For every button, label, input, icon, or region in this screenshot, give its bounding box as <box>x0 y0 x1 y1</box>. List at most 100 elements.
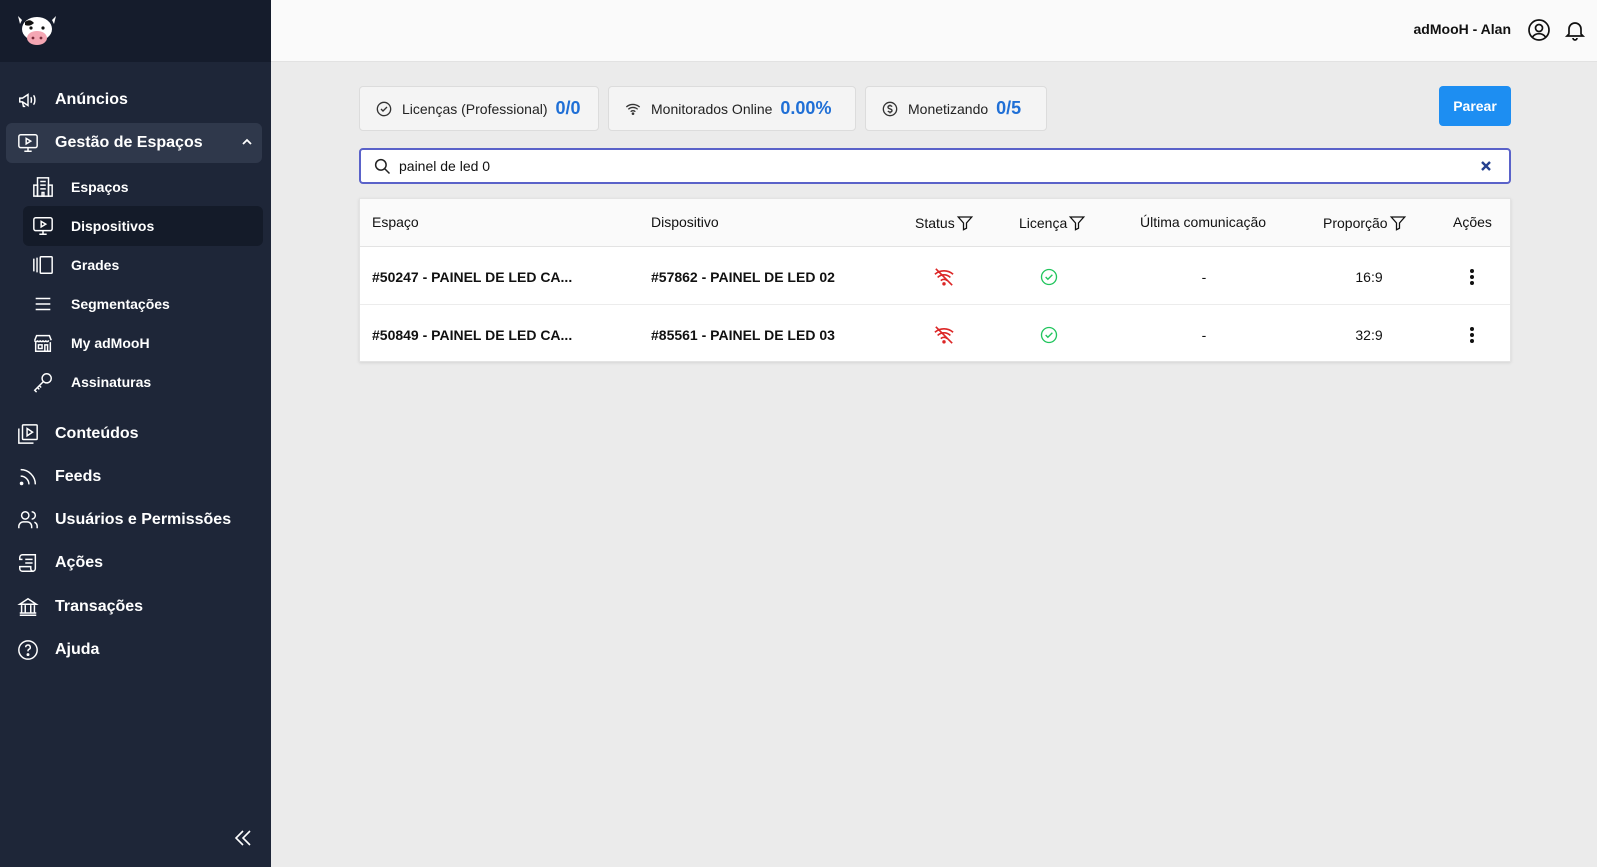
sidebar-item-label: Feeds <box>55 468 102 485</box>
dollar-circle-icon <box>882 101 898 117</box>
sidebar-subitem-grades[interactable]: Grades <box>23 245 263 285</box>
user-circle-icon[interactable] <box>1527 18 1551 42</box>
parear-button[interactable]: Parear <box>1439 86 1511 126</box>
wifi-icon <box>625 101 641 117</box>
media-library-icon <box>16 422 40 446</box>
search-icon <box>374 158 391 175</box>
sidebar-item-feeds[interactable]: Feeds <box>6 457 262 497</box>
more-vertical-icon[interactable] <box>1469 268 1475 286</box>
stat-label: Monitorados Online <box>651 100 773 117</box>
sidebar-item-label: Conteúdos <box>55 425 139 442</box>
search-bar <box>359 148 1511 184</box>
check-circle-icon <box>376 101 392 117</box>
sidebar-subitem-label: Dispositivos <box>71 218 155 234</box>
stat-licencas: Licenças (Professional) 0/0 <box>359 86 599 131</box>
cell-licenca <box>1037 306 1061 363</box>
check-circle-icon <box>1040 268 1058 285</box>
columns-icon <box>31 253 55 277</box>
sidebar-item-ajuda[interactable]: Ajuda <box>6 630 262 670</box>
column-label: Dispositivo <box>651 214 719 230</box>
devices-table: Espaço Dispositivo Status Licença Última… <box>359 198 1511 362</box>
cell-espaco[interactable]: #50849 - PAINEL DE LED CA... <box>372 306 572 363</box>
sidebar-item-label: Gestão de Espaços <box>55 134 203 151</box>
cell-proporcao: 16:9 <box>1355 268 1383 285</box>
bell-icon[interactable] <box>1563 18 1587 42</box>
filter-icon[interactable] <box>1068 214 1086 232</box>
cell-proporcao: 32:9 <box>1355 326 1383 343</box>
cell-dispositivo[interactable]: #85561 - PAINEL DE LED 03 <box>651 306 835 363</box>
check-circle-icon <box>1040 326 1058 343</box>
bank-icon <box>16 595 40 619</box>
sidebar-item-label: Transações <box>55 598 144 615</box>
monitor-play-icon <box>31 214 55 238</box>
sidebar-subitem-label: Espaços <box>71 179 129 195</box>
sidebar-subitem-assinaturas[interactable]: Assinaturas <box>23 362 263 402</box>
row-actions[interactable] <box>1460 248 1484 305</box>
top-bar: adMooH - Alan <box>271 0 1597 62</box>
sidebar-item-label: Ajuda <box>55 641 100 658</box>
sidebar-subitem-label: Segmentações <box>71 296 170 312</box>
sidebar-subitem-label: My adMooH <box>71 335 150 351</box>
sidebar-subitem-dispositivos[interactable]: Dispositivos <box>23 206 263 246</box>
logo-area <box>0 0 271 62</box>
column-header-proporcao: Proporção <box>1323 214 1407 232</box>
monitor-play-icon <box>16 131 40 155</box>
sidebar-item-label: Ações <box>55 554 104 571</box>
key-icon <box>31 370 55 394</box>
sidebar-item-label: Anúncios <box>55 91 128 108</box>
sidebar: Anúncios Gestão de Espaços Espaços Dispo… <box>0 0 271 867</box>
column-label: Espaço <box>372 214 419 230</box>
table-row[interactable]: #50247 - PAINEL DE LED CA... #57862 - PA… <box>360 248 1510 305</box>
wifi-off-icon <box>934 325 954 344</box>
cell-status <box>932 306 956 363</box>
table-row[interactable]: #50849 - PAINEL DE LED CA... #85561 - PA… <box>360 306 1510 363</box>
sidebar-subitem-segmentacoes[interactable]: Segmentações <box>23 284 263 324</box>
column-header-licenca: Licença <box>1019 214 1086 232</box>
user-name[interactable]: adMooH - Alan <box>1414 21 1511 37</box>
help-circle-icon <box>16 638 40 662</box>
row-actions[interactable] <box>1460 306 1484 363</box>
column-label: Proporção <box>1323 215 1388 231</box>
collapse-sidebar-icon[interactable] <box>231 826 255 850</box>
sidebar-item-gestao-de-espacos[interactable]: Gestão de Espaços <box>6 123 262 163</box>
stat-monetizando: Monetizando 0/5 <box>865 86 1047 131</box>
cow-logo[interactable] <box>16 14 58 48</box>
clear-search-icon[interactable] <box>1479 159 1493 173</box>
wifi-off-icon <box>934 267 954 286</box>
megaphone-icon <box>16 88 40 112</box>
stat-monitorados: Monitorados Online 0.00% <box>608 86 856 131</box>
chevron-up-icon[interactable] <box>240 135 254 149</box>
column-header-ultima-comunicacao: Última comunicação <box>1140 214 1266 230</box>
column-header-status: Status <box>915 214 974 232</box>
stat-label: Monetizando <box>908 100 989 117</box>
column-label: Ações <box>1453 214 1492 230</box>
rss-icon <box>16 465 40 489</box>
more-vertical-icon[interactable] <box>1469 326 1475 344</box>
cell-licenca <box>1037 248 1061 305</box>
search-input[interactable] <box>399 156 1459 176</box>
stat-value: 0/5 <box>996 98 1022 118</box>
cell-ultima-comunicacao: - <box>1201 268 1207 285</box>
sidebar-subitem-espacos[interactable]: Espaços <box>23 167 263 207</box>
filter-icon[interactable] <box>1389 214 1407 232</box>
sidebar-item-label: Usuários e Permissões <box>55 511 232 528</box>
table-header: Espaço Dispositivo Status Licença Última… <box>360 199 1510 247</box>
scroll-icon <box>16 551 40 575</box>
stat-label: Licenças (Professional) <box>402 100 548 117</box>
cell-espaco[interactable]: #50247 - PAINEL DE LED CA... <box>372 248 572 305</box>
stat-value: 0.00% <box>780 98 832 118</box>
sidebar-item-usuarios[interactable]: Usuários e Permissões <box>6 500 262 540</box>
sidebar-subitem-my-admooh[interactable]: My adMooH <box>23 323 263 363</box>
users-icon <box>16 508 40 532</box>
sidebar-subitem-label: Assinaturas <box>71 374 152 390</box>
filter-icon[interactable] <box>956 214 974 232</box>
building-icon <box>31 175 55 199</box>
cell-dispositivo[interactable]: #57862 - PAINEL DE LED 02 <box>651 248 835 305</box>
sidebar-item-acoes[interactable]: Ações <box>6 543 262 583</box>
column-label: Última comunicação <box>1140 214 1267 230</box>
sidebar-item-anuncios[interactable]: Anúncios <box>6 80 262 120</box>
sidebar-item-conteudos[interactable]: Conteúdos <box>6 414 262 454</box>
column-header-espaco: Espaço <box>372 214 419 230</box>
sidebar-item-transacoes[interactable]: Transações <box>6 587 262 627</box>
cell-ultima-comunicacao: - <box>1201 326 1207 343</box>
